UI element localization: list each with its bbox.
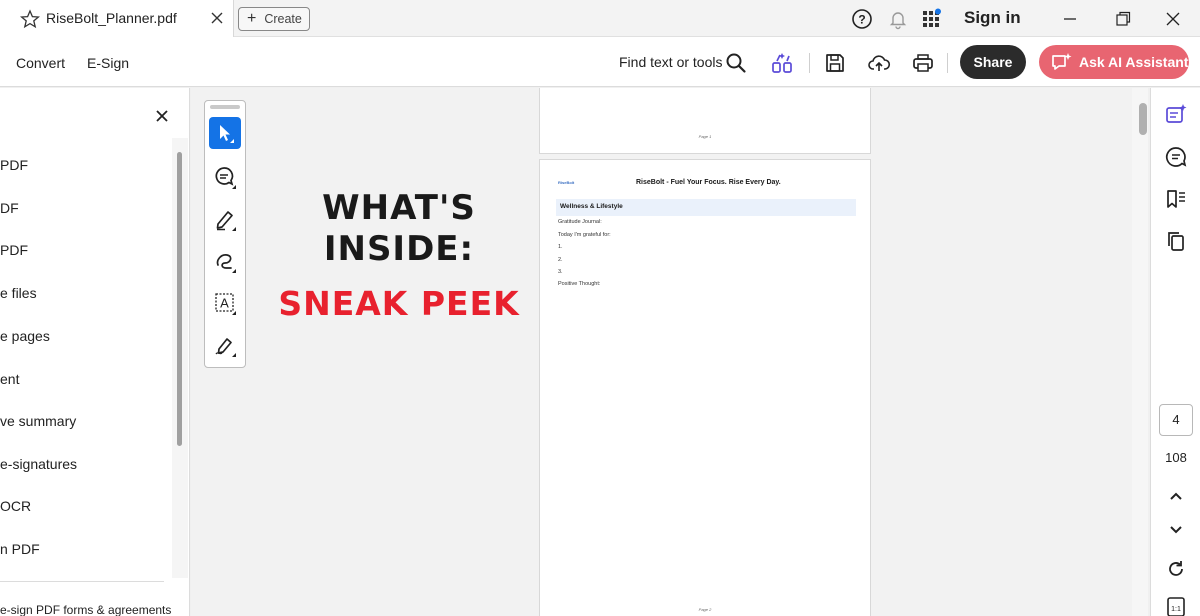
- restore-icon[interactable]: [1112, 8, 1134, 30]
- pages-thumbnail-icon[interactable]: [1165, 230, 1187, 252]
- star-icon[interactable]: [20, 9, 40, 29]
- page-header-text: RiseBolt - Fuel Your Focus. Rise Every D…: [636, 179, 781, 186]
- search-icon[interactable]: [724, 51, 748, 75]
- page-footer-label: Page 1: [698, 134, 712, 139]
- headline-line: WHAT'S: [322, 188, 476, 228]
- panel-item[interactable]: n PDF: [0, 541, 40, 557]
- ai-assistant-rail-icon[interactable]: [1165, 103, 1187, 125]
- page-text-line: Today I'm grateful for:: [558, 232, 611, 238]
- ai-assistant-icon: [1052, 53, 1072, 70]
- add-text-tool[interactable]: A: [209, 287, 241, 319]
- panel-scroll-thumb[interactable]: [177, 152, 182, 446]
- comment-tool[interactable]: [209, 161, 241, 193]
- panel-item[interactable]: PDF: [0, 157, 28, 173]
- draw-tool[interactable]: [209, 245, 241, 277]
- main-toolbar: Convert E-Sign Find text or tools Share …: [0, 37, 1200, 87]
- plus-icon: +: [247, 10, 257, 27]
- panel-item[interactable]: ve summary: [0, 413, 76, 429]
- risebolt-logo: RiseBolt: [558, 180, 575, 185]
- panel-item[interactable]: e-signatures: [0, 456, 77, 472]
- document-scroll-thumb[interactable]: [1139, 103, 1147, 135]
- page-text-line: Gratitude Journal:: [558, 219, 602, 225]
- panel-item[interactable]: PDF: [0, 242, 28, 258]
- bookmark-icon[interactable]: [1165, 188, 1187, 210]
- sign-in-link[interactable]: Sign in: [964, 8, 1021, 28]
- document-scrollbar[interactable]: [1132, 88, 1148, 616]
- pen-icon: [216, 211, 236, 231]
- panel-item[interactable]: ent: [0, 371, 19, 387]
- quick-tools-palette: A: [204, 100, 246, 368]
- menu-esign[interactable]: E-Sign: [87, 55, 129, 71]
- page-text-line: Positive Thought:: [558, 281, 601, 287]
- pdf-page-2[interactable]: RiseBolt RiseBolt - Fuel Your Focus. Ris…: [539, 159, 871, 616]
- sign-tool[interactable]: [209, 329, 241, 361]
- palette-drag-handle[interactable]: [210, 105, 240, 109]
- toolbar-separator: [809, 53, 810, 73]
- create-label: Create: [264, 12, 302, 26]
- document-canvas[interactable]: A WHAT'S INSIDE: SNEAK PEEK Page 1 RiseB…: [191, 88, 1132, 616]
- help-icon[interactable]: ?: [851, 8, 873, 30]
- ai-tools-icon[interactable]: [771, 51, 795, 75]
- close-window-icon[interactable]: [1162, 8, 1184, 30]
- svg-text:1:1: 1:1: [1171, 606, 1181, 613]
- svg-text:?: ?: [858, 13, 865, 27]
- ask-ai-label: Ask AI Assistant: [1079, 54, 1189, 70]
- panel-item[interactable]: e files: [0, 285, 37, 301]
- panel-item[interactable]: DF: [0, 200, 19, 216]
- find-tools-label[interactable]: Find text or tools: [619, 54, 723, 70]
- signature-pen-icon: [215, 338, 236, 357]
- create-button[interactable]: + Create: [238, 7, 310, 31]
- apps-grid-icon[interactable]: [920, 8, 942, 30]
- fit-page-icon[interactable]: 1:1: [1165, 594, 1187, 616]
- minimize-icon[interactable]: [1059, 8, 1081, 30]
- bell-icon[interactable]: [887, 8, 909, 30]
- rotate-icon[interactable]: [1165, 558, 1187, 580]
- panel-divider: [0, 581, 164, 582]
- page-footer-label: Page 2: [698, 607, 712, 612]
- panel-item[interactable]: OCR: [0, 498, 31, 514]
- save-icon[interactable]: [823, 51, 847, 75]
- comment-icon: [215, 167, 236, 189]
- close-tab-icon[interactable]: [208, 9, 226, 27]
- chevron-down-icon[interactable]: [1165, 518, 1187, 540]
- ask-ai-assistant-button[interactable]: Ask AI Assistant: [1039, 45, 1189, 79]
- section-heading: Wellness & Lifestyle: [556, 199, 856, 216]
- total-pages: 108: [1165, 450, 1187, 465]
- page-text-line: 1.: [558, 244, 563, 250]
- highlight-tool[interactable]: [209, 203, 241, 235]
- current-page-input[interactable]: 4: [1159, 404, 1193, 436]
- menu-convert[interactable]: Convert: [16, 55, 65, 71]
- share-button[interactable]: Share: [960, 45, 1026, 79]
- esign-forms-link[interactable]: e-sign PDF forms & agreements: [0, 603, 171, 616]
- tab-bar: RiseBolt_Planner.pdf + Create ? Sign in: [0, 0, 1200, 37]
- print-icon[interactable]: [911, 51, 935, 75]
- sneak-peek-text: SNEAK PEEK: [278, 284, 520, 323]
- page-text-line: 2.: [558, 257, 563, 263]
- headline-line: INSIDE:: [323, 229, 475, 269]
- chevron-up-icon[interactable]: [1165, 485, 1187, 507]
- document-tab[interactable]: RiseBolt_Planner.pdf: [0, 0, 234, 37]
- svg-text:A: A: [220, 296, 229, 311]
- all-tools-panel: PDF DF PDF e files e pages ent ve summar…: [0, 88, 190, 616]
- freehand-icon: [216, 254, 236, 273]
- toolbar-separator: [947, 53, 948, 73]
- headline-text: WHAT'S INSIDE:: [261, 188, 537, 270]
- comment-rail-icon[interactable]: [1165, 146, 1187, 168]
- right-rail: 4 108 1:1: [1150, 88, 1200, 616]
- tab-title: RiseBolt_Planner.pdf: [46, 10, 177, 26]
- panel-item[interactable]: e pages: [0, 328, 50, 344]
- cursor-icon: [220, 125, 234, 143]
- cloud-upload-icon[interactable]: [867, 51, 891, 75]
- pdf-page-1[interactable]: Page 1: [539, 88, 871, 154]
- text-box-icon: A: [215, 293, 236, 315]
- close-panel-icon[interactable]: [154, 108, 170, 124]
- page-text-line: 3.: [558, 269, 563, 275]
- select-tool[interactable]: [209, 117, 241, 149]
